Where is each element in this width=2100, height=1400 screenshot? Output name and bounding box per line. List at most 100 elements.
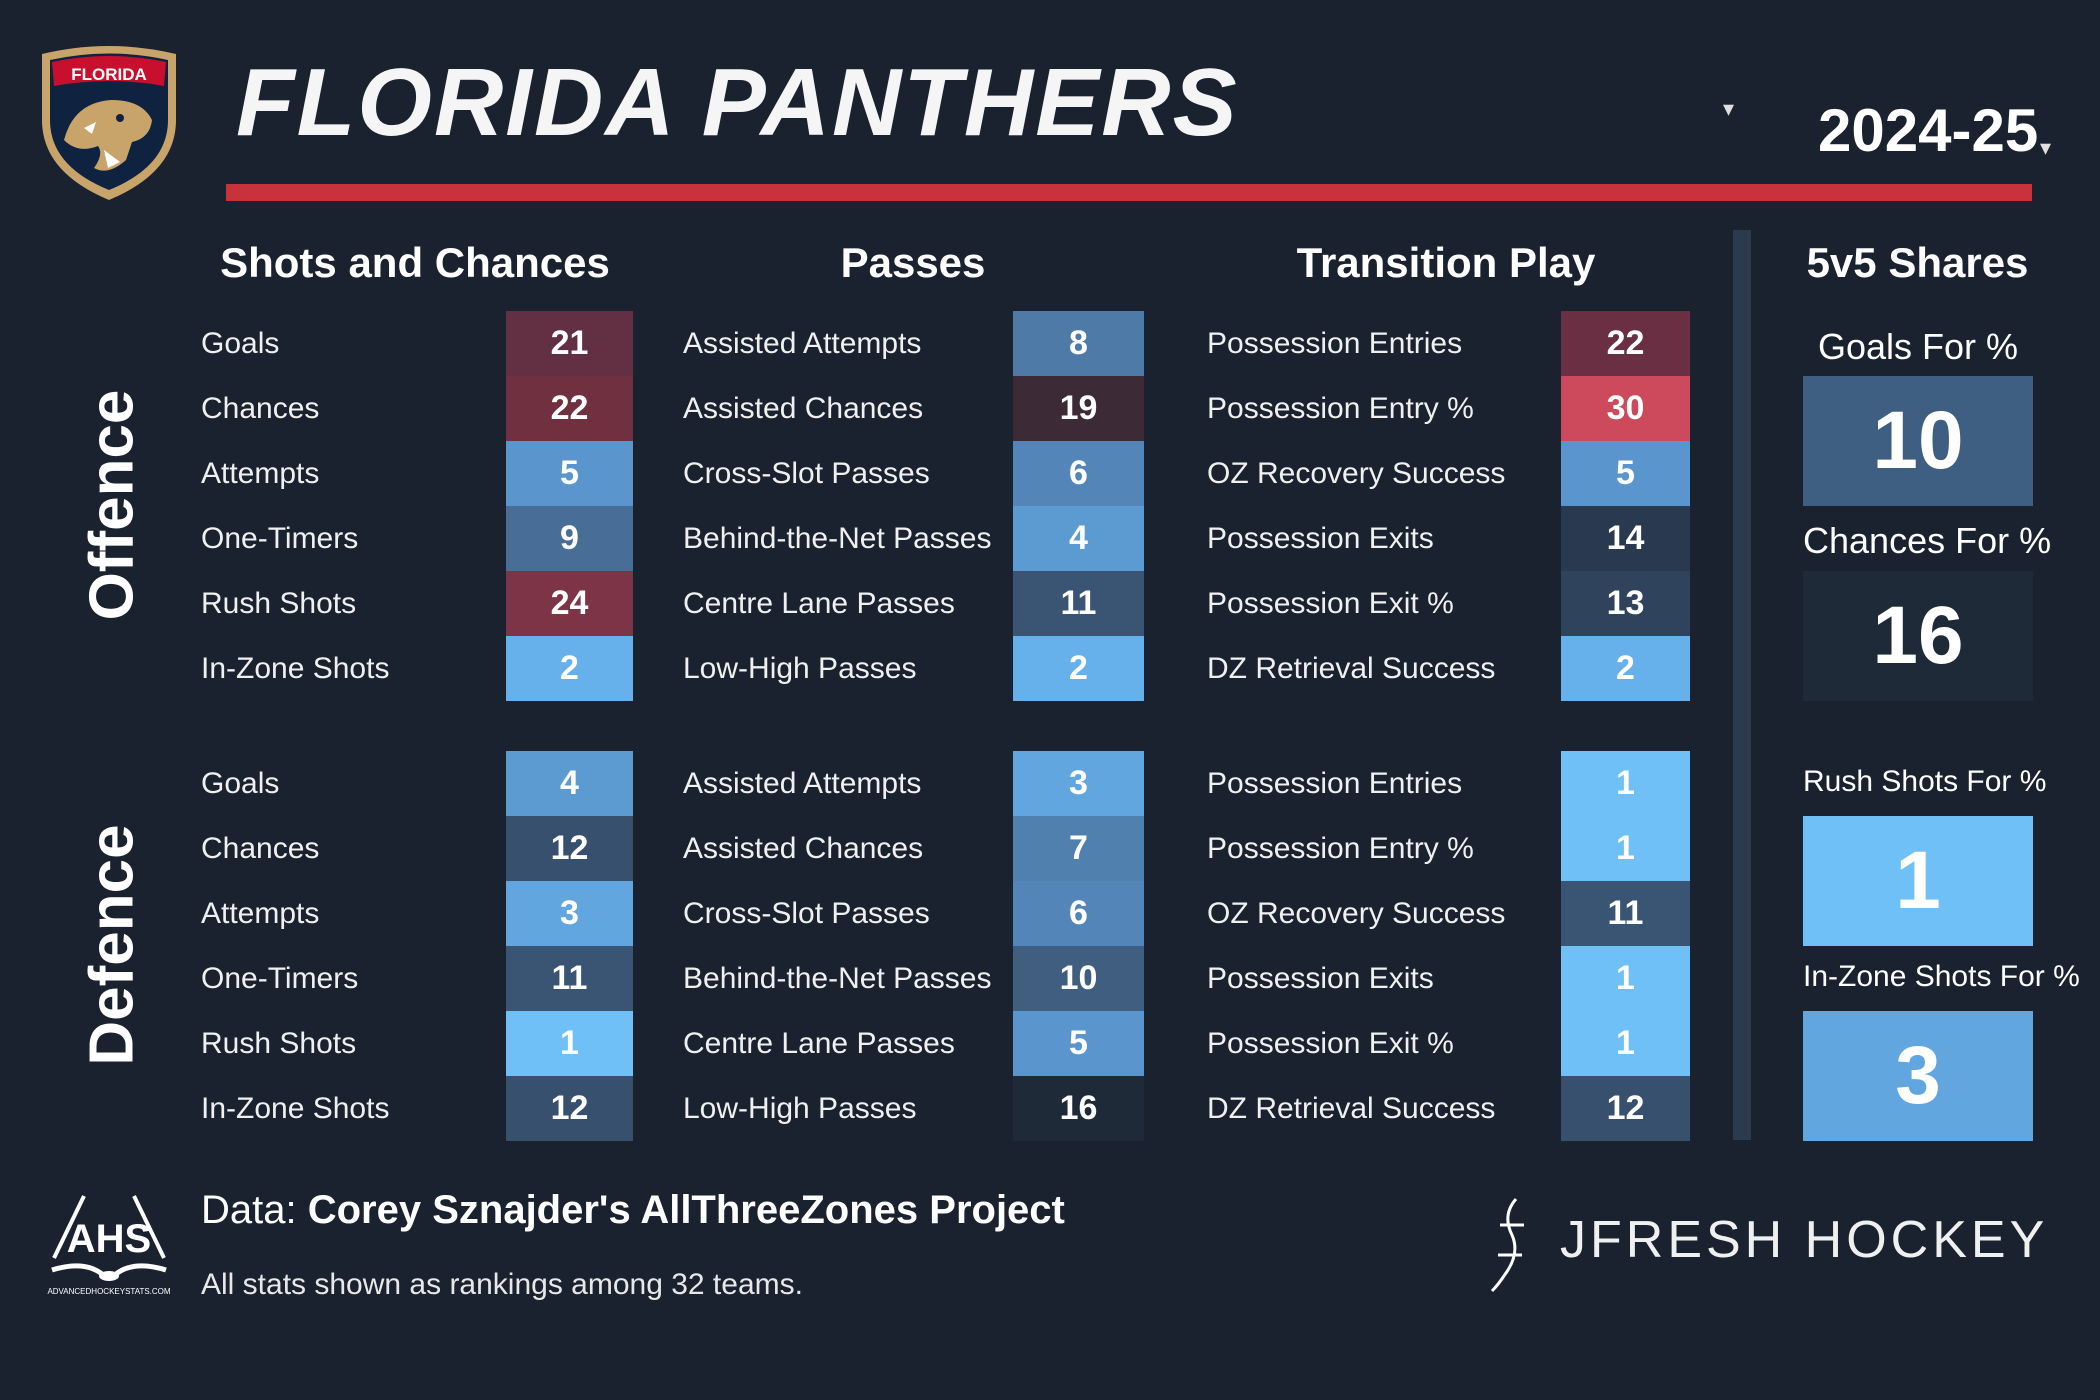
header-5v5-shares: 5v5 Shares — [1806, 239, 2029, 286]
share-label: In-Zone Shots For % — [1803, 960, 2080, 993]
offence-transition-label: DZ Retrieval Success — [1207, 652, 1496, 685]
defence-transition-rank-cell: 1 — [1561, 751, 1690, 816]
offence-shots-rank-cell: 24 — [506, 571, 633, 636]
offence-transition-rank-cell: 13 — [1561, 571, 1690, 636]
svg-text:ADVANCEDHOCKEYSTATS.COM: ADVANCEDHOCKEYSTATS.COM — [47, 1287, 170, 1296]
defence-shots-label: Goals — [201, 767, 280, 800]
defence-passes-rank-cell: 3 — [1013, 751, 1144, 816]
offence-passes-rank-cell: 4 — [1013, 506, 1144, 571]
defence-transition-rank-cell: 1 — [1561, 816, 1690, 881]
defence-shots-rank-cell: 11 — [506, 946, 633, 1011]
share-label: Chances For % — [1803, 520, 2052, 561]
defence-shots-rank-cell: 12 — [506, 1076, 633, 1141]
jfresh-hockey-brand: JFRESH HOCKEY — [1560, 1211, 2049, 1269]
offence-passes-rank-cell: 11 — [1013, 571, 1144, 636]
ahs-logo: AHS ADVANCEDHOCKEYSTATS.COM — [47, 1195, 171, 1296]
defence-passes-label: Behind-the-Net Passes — [683, 962, 992, 995]
offence-label: Offence — [77, 389, 147, 621]
rankings-note: All stats shown as rankings among 32 tea… — [201, 1268, 803, 1301]
offence-shots-label: Attempts — [201, 457, 320, 490]
data-source: Data: Corey Sznajder's AllThreeZones Pro… — [201, 1188, 1065, 1232]
defence-shots-label: Rush Shots — [201, 1027, 357, 1060]
defence-transition-rank-cell: 12 — [1561, 1076, 1690, 1141]
defence-shots-label: Chances — [201, 832, 320, 865]
team-logo: FLORIDA — [42, 46, 176, 200]
offence-transition-rank-cell: 14 — [1561, 506, 1690, 571]
defence-transition-label: Possession Entries — [1207, 767, 1463, 800]
header-shots-and-chances: Shots and Chances — [220, 239, 610, 286]
defence-transition-label: Possession Entry % — [1207, 832, 1474, 865]
offence-shots-rank-cell: 21 — [506, 311, 633, 376]
section-divider — [1733, 230, 1751, 1140]
share-rank-box: 16 — [1803, 571, 2033, 701]
offence-passes-rank-cell: 19 — [1013, 376, 1144, 441]
offence-passes-label: Low-High Passes — [683, 652, 917, 685]
defence-passes-label: Cross-Slot Passes — [683, 897, 930, 930]
defence-passes-label: Assisted Attempts — [683, 767, 922, 800]
svg-text:AHS: AHS — [67, 1217, 151, 1261]
defence-transition-rank-cell: 1 — [1561, 946, 1690, 1011]
offence-transition-rank-cell: 22 — [1561, 311, 1690, 376]
header-passes: Passes — [840, 239, 986, 286]
offence-shots-label: Chances — [201, 392, 320, 425]
offence-transition-label: Possession Exit % — [1207, 587, 1454, 620]
offence-shots-rank-cell: 9 — [506, 506, 633, 571]
share-label: Goals For % — [1817, 326, 2019, 367]
defence-shots-label: One-Timers — [201, 962, 359, 995]
offence-passes-label: Assisted Chances — [683, 392, 924, 425]
svg-text:FLORIDA: FLORIDA — [71, 65, 147, 84]
defence-passes-rank-cell: 5 — [1013, 1011, 1144, 1076]
defence-shots-label: In-Zone Shots — [201, 1092, 390, 1125]
defence-transition-label: DZ Retrieval Success — [1207, 1092, 1496, 1125]
data-source-link[interactable]: Corey Sznajder's AllThreeZones Project — [308, 1188, 1065, 1232]
defence-shots-label: Attempts — [201, 897, 320, 930]
offence-transition-label: Possession Entry % — [1207, 392, 1474, 425]
defence-label: Defence — [77, 824, 147, 1066]
defence-passes-rank-cell: 10 — [1013, 946, 1144, 1011]
share-label: Rush Shots For % — [1803, 765, 2047, 798]
defence-passes-rank-cell: 6 — [1013, 881, 1144, 946]
defence-passes-rank-cell: 16 — [1013, 1076, 1144, 1141]
defence-transition-label: OZ Recovery Success — [1207, 897, 1506, 930]
offence-shots-label: In-Zone Shots — [201, 652, 390, 685]
offence-passes-label: Behind-the-Net Passes — [683, 522, 992, 555]
offence-transition-label: Possession Exits — [1207, 522, 1434, 555]
defence-transition-label: Possession Exits — [1207, 962, 1434, 995]
offence-transition-rank-cell: 2 — [1561, 636, 1690, 701]
offence-passes-rank-cell: 2 — [1013, 636, 1144, 701]
offence-transition-rank-cell: 5 — [1561, 441, 1690, 506]
offence-transition-label: OZ Recovery Success — [1207, 457, 1506, 490]
share-rank-box: 10 — [1803, 376, 2033, 506]
offence-shots-label: Goals — [201, 327, 280, 360]
offence-shots-label: One-Timers — [201, 522, 359, 555]
jfresh-logo-icon — [1490, 1198, 1524, 1293]
share-rank-box: 3 — [1803, 1011, 2033, 1141]
defence-passes-label: Low-High Passes — [683, 1092, 917, 1125]
defence-passes-rank-cell: 7 — [1013, 816, 1144, 881]
offence-shots-rank-cell: 2 — [506, 636, 633, 701]
defence-transition-rank-cell: 11 — [1561, 881, 1690, 946]
offence-passes-rank-cell: 6 — [1013, 441, 1144, 506]
offence-transition-rank-cell: 30 — [1561, 376, 1690, 441]
offence-shots-rank-cell: 22 — [506, 376, 633, 441]
offence-passes-rank-cell: 8 — [1013, 311, 1144, 376]
offence-passes-label: Assisted Attempts — [683, 327, 922, 360]
team-dropdown-icon[interactable]: ▾ — [1723, 96, 1734, 122]
season-dropdown-icon[interactable]: ▾ — [2040, 135, 2051, 161]
offence-passes-label: Cross-Slot Passes — [683, 457, 930, 490]
defence-shots-rank-cell: 1 — [506, 1011, 633, 1076]
defence-shots-rank-cell: 4 — [506, 751, 633, 816]
title-underline — [226, 184, 2032, 201]
offence-transition-label: Possession Entries — [1207, 327, 1463, 360]
defence-shots-rank-cell: 3 — [506, 881, 633, 946]
offence-shots-rank-cell: 5 — [506, 441, 633, 506]
offence-shots-label: Rush Shots — [201, 587, 357, 620]
defence-shots-rank-cell: 12 — [506, 816, 633, 881]
defence-transition-label: Possession Exit % — [1207, 1027, 1454, 1060]
season-selector[interactable]: 2024-25 — [1818, 96, 2038, 166]
defence-passes-label: Assisted Chances — [683, 832, 924, 865]
header-transition-play: Transition Play — [1296, 239, 1596, 286]
defence-passes-label: Centre Lane Passes — [683, 1027, 955, 1060]
team-title[interactable]: FLORIDA PANTHERS — [236, 48, 1239, 158]
offence-passes-label: Centre Lane Passes — [683, 587, 955, 620]
